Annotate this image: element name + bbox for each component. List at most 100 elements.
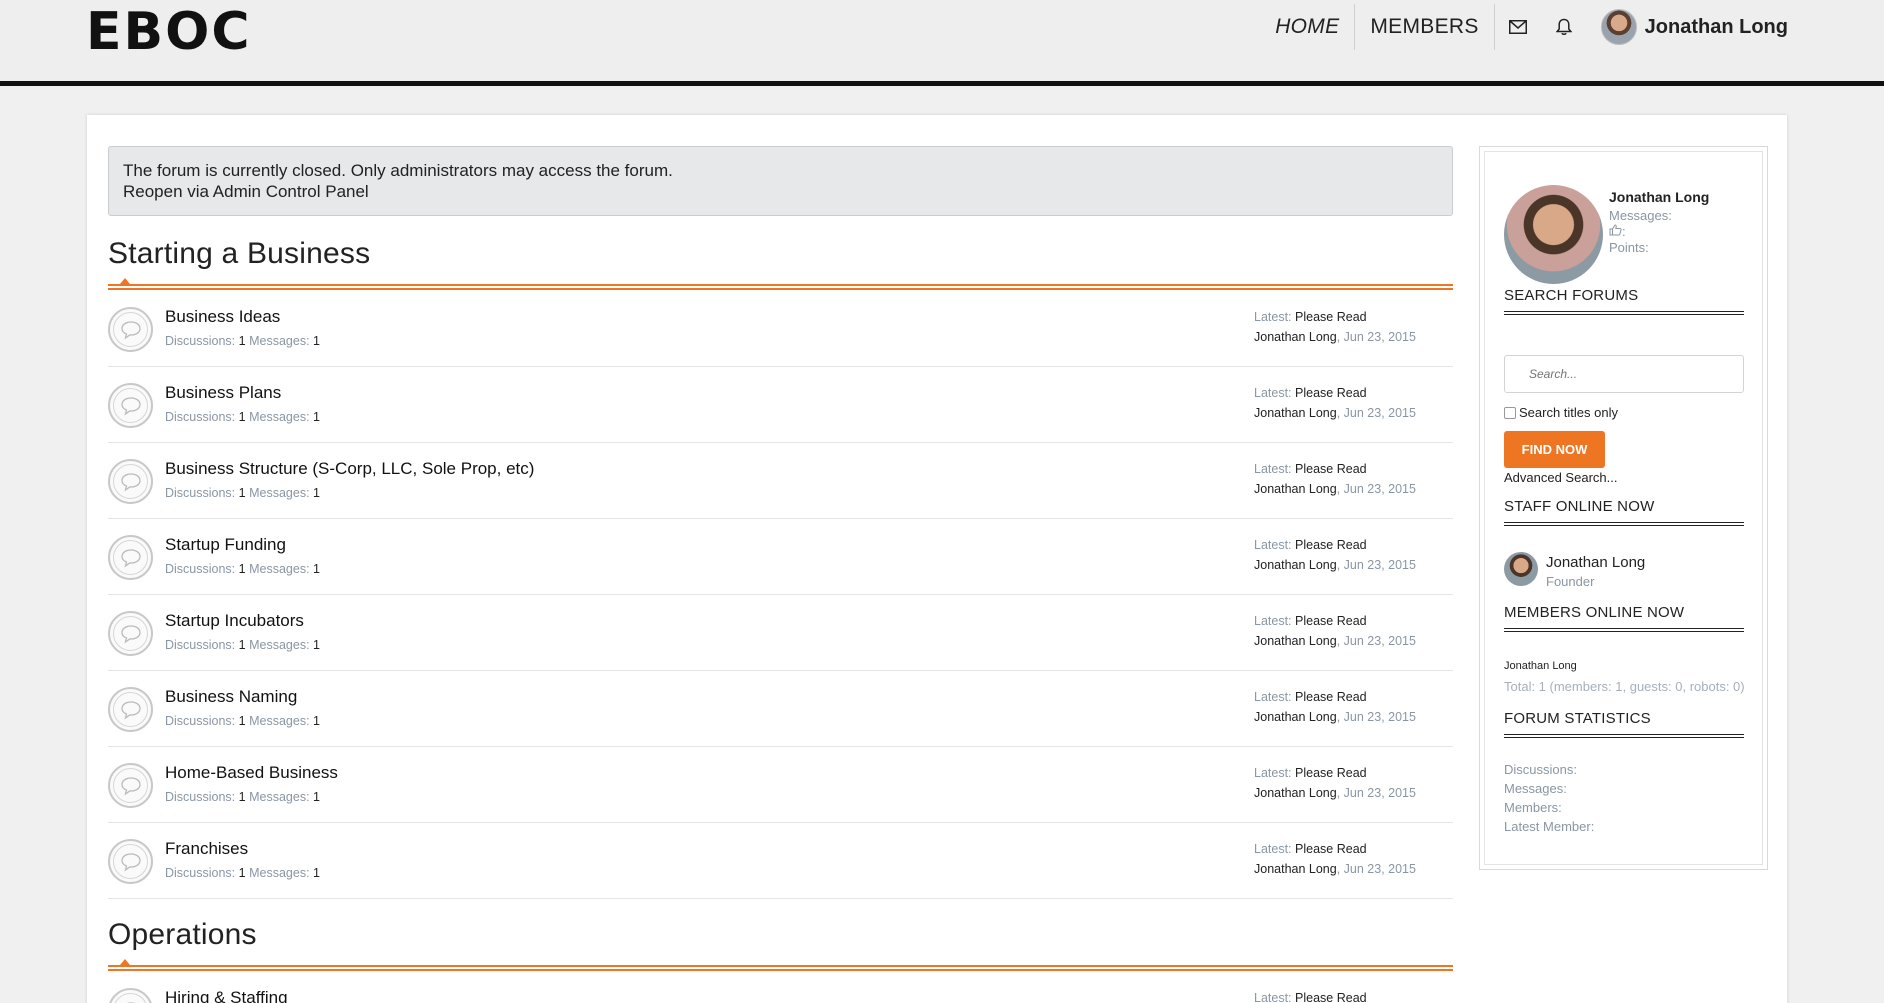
search-titles-only[interactable]: Search titles only [1504,405,1618,420]
forum-title-link[interactable]: Business Naming [165,687,297,707]
forum-title-link[interactable]: Startup Incubators [165,611,304,631]
latest-thread-link[interactable]: Please Read [1295,991,1367,1003]
category-title[interactable]: Starting a Business [108,237,370,271]
forum-stats: Discussions: 1 Messages: 1 [165,638,320,652]
stat-latest-member-label: Latest Member: [1504,819,1595,834]
stat-members-label: Members: [1504,800,1562,815]
latest-thread-link[interactable]: Please Read [1295,386,1367,400]
forum-stats: Discussions: 1 Messages: 1 [165,866,320,880]
stat-discussions-label: Discussions: [1504,762,1577,777]
members-online-heading: MEMBERS ONLINE NOW [1504,604,1744,632]
staff-member-role: Founder [1546,574,1595,589]
bell-icon[interactable] [1541,4,1587,50]
forum-latest-post: Latest: Please Read Jonathan Long, Jun 2… [1254,766,1416,800]
latest-thread-link[interactable]: Please Read [1295,690,1367,704]
online-member-link[interactable]: Jonathan Long [1504,660,1577,672]
forum-latest-post: Latest: Please Read Jonathan Long, Jun 2… [1254,690,1416,724]
speech-bubble-icon [108,988,153,1003]
latest-thread-link[interactable]: Please Read [1295,310,1367,324]
latest-user-link[interactable]: Jonathan Long [1254,330,1337,344]
stat-messages-label: Messages: [1504,781,1567,796]
user-name: Jonathan Long [1644,15,1788,38]
speech-bubble-icon [108,763,153,808]
caret-up-icon [120,959,130,965]
profile-name[interactable]: Jonathan Long [1609,189,1709,205]
staff-online-heading: STAFF ONLINE NOW [1504,498,1744,526]
top-nav: HOME MEMBERS Jonathan Long [1260,0,1884,54]
caret-up-icon [120,278,130,284]
forum-title-link[interactable]: Business Plans [165,383,281,403]
search-titles-label: Search titles only [1519,405,1618,420]
profile-messages-label: Messages: [1609,208,1672,223]
avatar[interactable] [1504,185,1603,284]
forum-latest-post: Latest: Please Read Jonathan Long, Jun 2… [1254,386,1416,420]
forum-row: Business Naming Discussions: 1 Messages:… [108,671,1453,747]
forum-row: Startup Funding Discussions: 1 Messages:… [108,519,1453,595]
find-now-button[interactable]: FIND NOW [1504,431,1605,468]
nav-members-link[interactable]: MEMBERS [1355,4,1493,50]
latest-user-link[interactable]: Jonathan Long [1254,862,1337,876]
forum-latest-post: Latest: Please Read Jonathan Long, Jun 2… [1254,842,1416,876]
forum-closed-notice: The forum is currently closed. Only admi… [108,146,1453,216]
thumbs-up-icon [1609,224,1622,236]
notice-admin-link[interactable]: Reopen via Admin Control Panel [123,181,1438,202]
forum-title-link[interactable]: Franchises [165,839,248,859]
user-menu[interactable]: Jonathan Long [1587,9,1884,45]
latest-thread-link[interactable]: Please Read [1295,462,1367,476]
forum-row: Home-Based Business Discussions: 1 Messa… [108,747,1453,823]
category-title[interactable]: Operations [108,918,257,952]
profile-likes: : [1609,224,1626,239]
advanced-search-link[interactable]: Advanced Search... [1504,470,1617,485]
speech-bubble-icon [108,839,153,884]
profile-points-label: Points: [1609,240,1649,255]
nav-home-link[interactable]: HOME [1260,4,1354,50]
main-container: The forum is currently closed. Only admi… [87,115,1787,1003]
speech-bubble-icon [108,459,153,504]
latest-user-link[interactable]: Jonathan Long [1254,710,1337,724]
avatar[interactable] [1504,552,1538,586]
latest-thread-link[interactable]: Please Read [1295,766,1367,780]
sidebar: Jonathan Long Messages: : Points: SEARCH… [1479,146,1768,870]
site-logo[interactable]: EBOC [86,6,252,58]
speech-bubble-icon [108,535,153,580]
forum-title-link[interactable]: Business Structure (S-Corp, LLC, Sole Pr… [165,459,534,479]
speech-bubble-icon [108,687,153,732]
latest-thread-link[interactable]: Please Read [1295,538,1367,552]
online-total: Total: 1 (members: 1, guests: 0, robots:… [1504,679,1745,694]
category-divider [108,278,1453,290]
forum-stats: Discussions: 1 Messages: 1 [165,790,320,804]
staff-member-name[interactable]: Jonathan Long [1546,554,1645,571]
forum-stats: Discussions: 1 Messages: 1 [165,562,320,576]
forum-row: Business Plans Discussions: 1 Messages: … [108,367,1453,443]
latest-user-link[interactable]: Jonathan Long [1254,406,1337,420]
forum-stats: Discussions: 1 Messages: 1 [165,334,320,348]
forum-title-link[interactable]: Hiring & Staffing [165,988,288,1003]
latest-user-link[interactable]: Jonathan Long [1254,558,1337,572]
forum-row: Hiring & Staffing Latest: Please Read [108,972,1453,1003]
latest-user-link[interactable]: Jonathan Long [1254,634,1337,648]
forum-stats: Discussions: 1 Messages: 1 [165,410,320,424]
forum-row: Business Ideas Discussions: 1 Messages: … [108,291,1453,367]
notice-line: The forum is currently closed. Only admi… [123,161,673,180]
forum-latest-post: Latest: Please Read Jonathan Long, Jun 2… [1254,462,1416,496]
speech-bubble-icon [108,611,153,656]
forum-latest-post: Latest: Please Read [1254,991,1367,1003]
latest-thread-link[interactable]: Please Read [1295,842,1367,856]
search-input[interactable] [1504,355,1744,393]
latest-user-link[interactable]: Jonathan Long [1254,786,1337,800]
sidebar-panel: Jonathan Long Messages: : Points: SEARCH… [1484,151,1763,865]
forum-title-link[interactable]: Home-Based Business [165,763,338,783]
category-divider [108,959,1453,971]
search-titles-checkbox[interactable] [1504,406,1516,419]
forum-statistics-heading: FORUM STATISTICS [1504,710,1744,738]
forum-title-link[interactable]: Business Ideas [165,307,280,327]
forum-title-link[interactable]: Startup Funding [165,535,286,555]
site-header: EBOC HOME MEMBERS Jonathan Long [0,0,1884,86]
forum-row: Startup Incubators Discussions: 1 Messag… [108,595,1453,671]
forum-latest-post: Latest: Please Read Jonathan Long, Jun 2… [1254,538,1416,572]
forum-row: Business Structure (S-Corp, LLC, Sole Pr… [108,443,1453,519]
mail-icon[interactable] [1495,4,1541,50]
forum-stats: Discussions: 1 Messages: 1 [165,714,320,728]
latest-thread-link[interactable]: Please Read [1295,614,1367,628]
latest-user-link[interactable]: Jonathan Long [1254,482,1337,496]
